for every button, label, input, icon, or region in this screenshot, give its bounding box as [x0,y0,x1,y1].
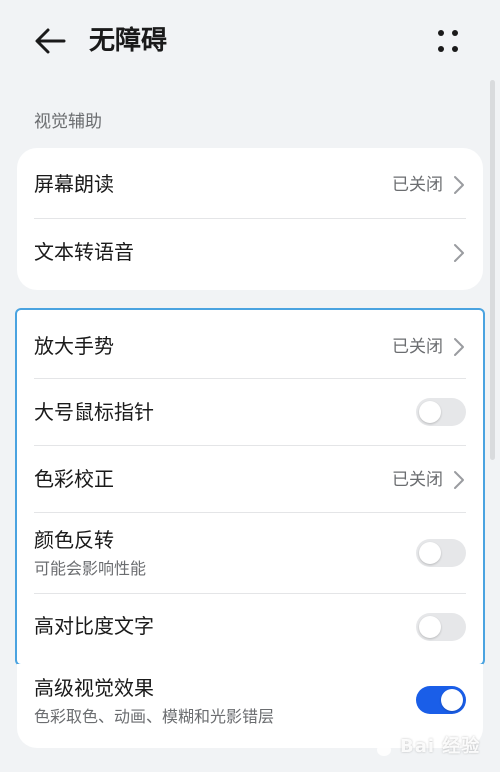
arrow-left-icon[interactable] [30,24,70,58]
setting-row-large-pointer[interactable]: 大号鼠标指针 [17,379,483,445]
settings-card-screen-reading: 屏幕朗读 已关闭 文本转语音 [17,148,483,290]
toggle-knob [419,401,441,423]
setting-label: 色彩校正 [34,467,114,491]
section-label-visual-assist: 视觉辅助 [34,112,102,132]
setting-row-text-to-speech[interactable]: 文本转语音 [17,219,483,289]
chevron-right-icon [454,176,464,194]
advanced-visual-effects-toggle[interactable] [416,686,466,714]
baidu-paw-icon [375,734,393,756]
toggle-knob [441,689,463,711]
toggle-knob [419,616,441,638]
page-title: 无障碍 [89,26,168,56]
setting-value: 已关闭 [392,470,443,490]
setting-label: 颜色反转 [34,528,114,552]
setting-value: 已关闭 [392,337,443,357]
setting-subtitle: 可能会影响性能 [34,559,147,578]
setting-row-magnification-gesture[interactable]: 放大手势 已关闭 [17,310,483,378]
scrollbar[interactable] [490,80,495,460]
setting-row-color-correction[interactable]: 色彩校正 已关闭 [17,446,483,512]
setting-label: 大号鼠标指针 [34,400,154,424]
watermark-text: Bai 经验 [400,736,481,757]
setting-label: 高级视觉效果 [34,676,154,700]
setting-label: 高对比度文字 [34,614,154,638]
chevron-right-icon [454,244,464,262]
setting-value: 已关闭 [392,175,443,195]
setting-row-screen-reader[interactable]: 屏幕朗读 已关闭 [17,148,483,218]
setting-label: 放大手势 [34,334,114,358]
large-pointer-toggle[interactable] [416,398,466,426]
setting-label: 文本转语音 [34,240,134,264]
toggle-knob [419,542,441,564]
setting-row-high-contrast-text[interactable]: 高对比度文字 [17,594,483,662]
settings-card-highlighted: 放大手势 已关闭 大号鼠标指针 色彩校正 已关闭 颜色反转 可能会影响性能 高对… [17,310,483,664]
chevron-right-icon [454,338,464,356]
setting-row-color-inversion[interactable]: 颜色反转 可能会影响性能 [17,513,483,593]
setting-label: 屏幕朗读 [34,172,114,196]
high-contrast-text-toggle[interactable] [416,613,466,641]
more-options-icon[interactable] [430,24,466,58]
color-inversion-toggle[interactable] [416,539,466,567]
setting-subtitle: 色彩取色、动画、模糊和光影错层 [34,707,275,726]
title-bar: 无障碍 [0,0,500,82]
baidu-watermark: Bai 经验 [370,726,490,766]
chevron-right-icon [454,471,464,489]
